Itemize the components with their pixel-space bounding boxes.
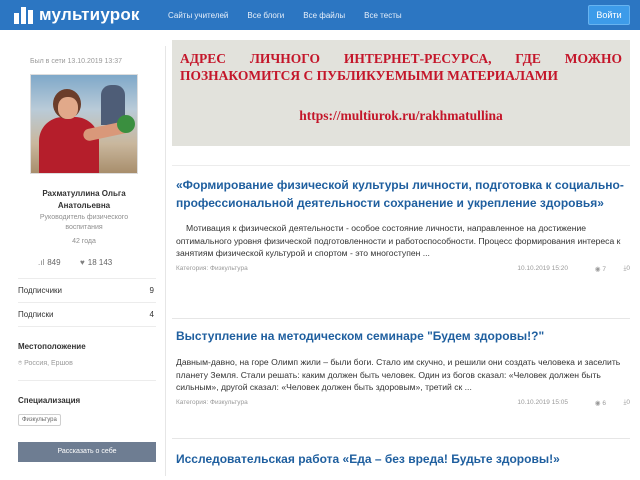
article-meta: Категория: Физкультура 10.10.2019 15:20 … xyxy=(176,263,630,275)
user-name: Рахматуллина Ольга Анатольевна xyxy=(24,188,144,212)
last-visit-text: Был в сети 13.10.2019 13:37 xyxy=(30,58,123,65)
article-card: «Формирование физической культуры личнос… xyxy=(176,176,630,275)
sidebar-divider xyxy=(18,326,156,327)
article-views: ◉ 6 xyxy=(595,399,606,407)
tell-about-yourself-button[interactable]: Рассказать о себе xyxy=(18,442,156,462)
rating-value: 849 xyxy=(47,258,61,267)
subscriptions-count: 4 xyxy=(149,310,154,319)
article-excerpt: Мотивация к физической деятельности - ос… xyxy=(176,223,621,258)
subscriptions-row[interactable]: Подписки 4 xyxy=(18,302,156,326)
views-value: 18 143 xyxy=(87,258,113,267)
specialization-title: Специализация xyxy=(18,396,81,405)
logo-text: мультиурок xyxy=(39,5,140,24)
subscribers-count: 9 xyxy=(149,286,154,295)
article-card: Выступление на методическом семинаре "Бу… xyxy=(176,327,630,409)
banner-url[interactable]: https://multiurok.ru/rakhmatullina xyxy=(172,108,630,124)
avatar[interactable] xyxy=(30,74,138,174)
downloads-count: 0 xyxy=(626,398,630,406)
user-name-line2: Анатольевна xyxy=(57,201,111,210)
article-date: 10.10.2019 15:05 xyxy=(517,398,568,406)
location-value: ⌾ Россия, Ершов xyxy=(18,360,73,368)
article-title[interactable]: Выступление на методическом семинаре "Бу… xyxy=(176,327,630,345)
subscribers-row[interactable]: Подписчики 9 xyxy=(18,278,156,302)
views-stat: ♥ 18 143 xyxy=(80,258,112,267)
nav-all-files[interactable]: Все файлы xyxy=(303,11,345,20)
banner-line-2: ПОЗНАКОМИТСЯ С ПУБЛИКУЕМЫМИ МАТЕРИАЛАМИ xyxy=(180,68,559,83)
article-downloads: ⤓0 xyxy=(624,399,631,407)
nav-teacher-sites[interactable]: Сайты учителей xyxy=(168,11,228,20)
site-logo[interactable]: мультиурок xyxy=(14,5,140,25)
top-navigation-bar: мультиурок Сайты учителей Все блоги Все … xyxy=(0,0,640,30)
article-divider xyxy=(172,438,630,439)
article-divider xyxy=(172,318,630,319)
resource-address-banner: АДРЕС ЛИЧНОГО ИНТЕРНЕТ-РЕСУРСА, ГДЕ МОЖН… xyxy=(172,40,630,146)
article-excerpt: Давным-давно, на горе Олимп жили – были … xyxy=(176,357,621,392)
rating-bars-icon: .ıl xyxy=(38,258,45,267)
login-button[interactable]: Войти xyxy=(588,5,630,25)
nav-all-tests[interactable]: Все тесты xyxy=(364,11,401,20)
rating-stat: .ıl 849 xyxy=(38,258,61,267)
subscriptions-label: Подписки xyxy=(18,310,54,319)
article-category[interactable]: Категория: Физкультура xyxy=(176,399,248,406)
main-nav: Сайты учителей Все блоги Все файлы Все т… xyxy=(168,0,421,30)
article-downloads: ⤓0 xyxy=(624,265,631,273)
specialization-tag[interactable]: Физкультура xyxy=(18,414,61,426)
article-card: Исследовательская работа «Еда – без вред… xyxy=(176,450,630,468)
article-title[interactable]: Исследовательская работа «Еда – без вред… xyxy=(176,450,630,468)
location-text: Россия, Ершов xyxy=(24,360,73,367)
location-title: Местоположение xyxy=(18,342,86,351)
article-meta: Категория: Физкультура 10.10.2019 15:05 … xyxy=(176,397,630,409)
subscribers-label: Подписчики xyxy=(18,286,63,295)
user-age: 42 года xyxy=(72,238,96,245)
logo-bars-icon xyxy=(14,6,34,24)
nav-all-blogs[interactable]: Все блоги xyxy=(247,11,284,20)
article-date: 10.10.2019 15:20 xyxy=(517,264,568,272)
banner-line-1: АДРЕС ЛИЧНОГО ИНТЕРНЕТ-РЕСУРСА, ГДЕ МОЖН… xyxy=(180,51,622,66)
user-name-line1: Рахматуллина Ольга xyxy=(42,189,126,198)
downloads-count: 0 xyxy=(626,264,630,272)
heart-icon: ♥ xyxy=(80,258,85,267)
article-category[interactable]: Категория: Физкультура xyxy=(176,265,248,272)
views-count: 6 xyxy=(602,399,606,407)
user-role-line1: Руководитель физического xyxy=(39,214,129,221)
article-views: ◉ 7 xyxy=(595,265,606,273)
article-title[interactable]: «Формирование физической культуры личнос… xyxy=(176,176,630,212)
sidebar-divider-2 xyxy=(18,380,156,381)
user-role-line2: воспитания xyxy=(65,224,103,231)
user-role: Руководитель физического воспитания xyxy=(24,213,144,233)
banner-bottom-edge xyxy=(172,146,630,166)
views-count: 7 xyxy=(602,265,606,273)
